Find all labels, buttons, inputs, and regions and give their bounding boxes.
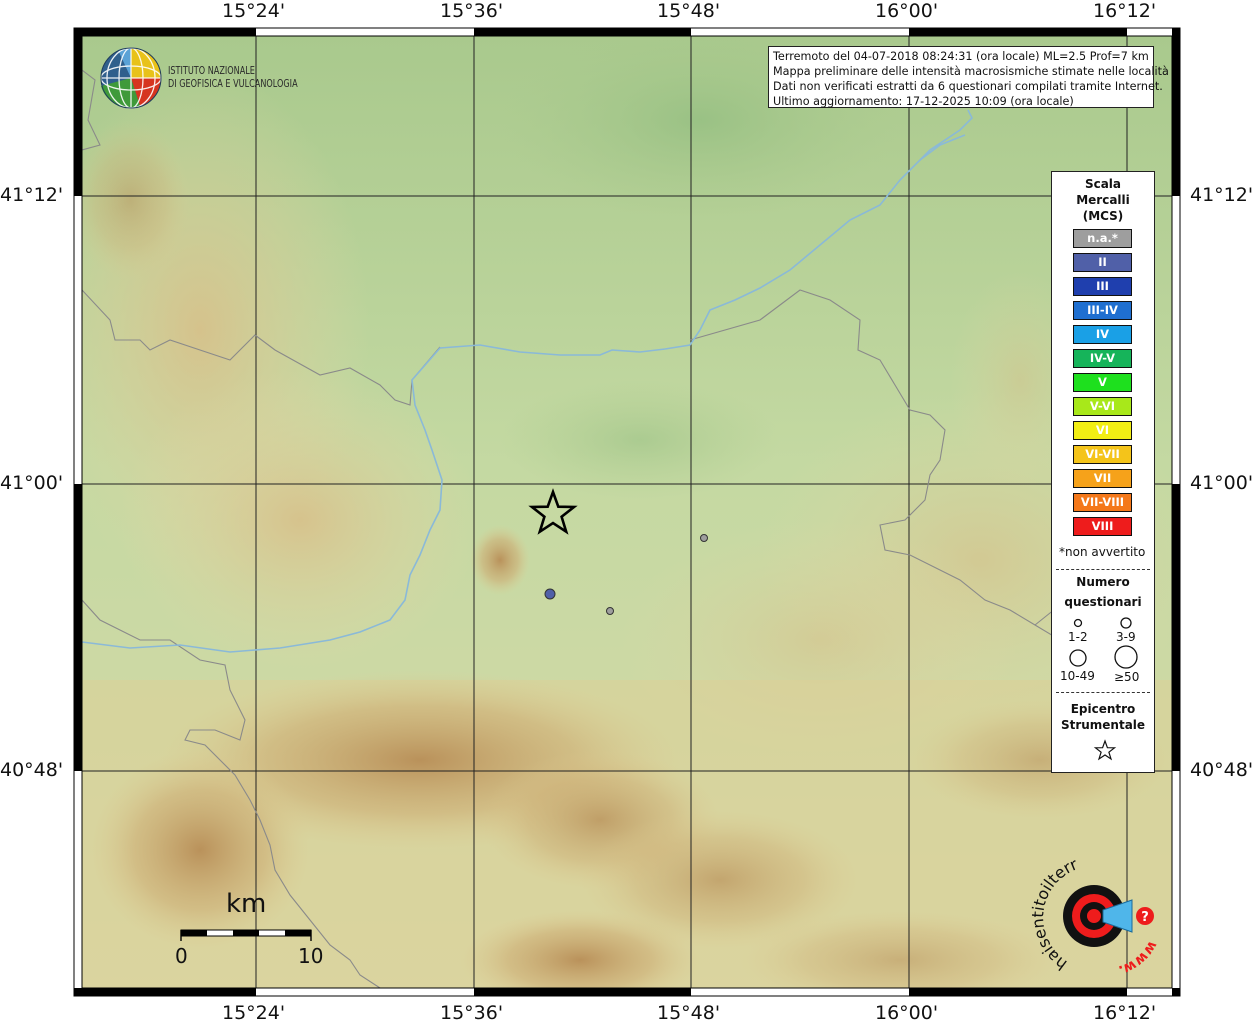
scale-min-label: 0 <box>175 944 188 968</box>
legend-star-icon <box>1093 739 1117 761</box>
lon-label-top-3: 15°48' <box>657 0 721 22</box>
legend-divider-2 <box>1056 692 1150 693</box>
intensity-swatch-iv-v: IV-V <box>1073 349 1132 368</box>
count-symbol-3-9 <box>1120 617 1132 629</box>
intensity-swatch-vii: VII <box>1073 469 1132 488</box>
legend-title-line2: Mercalli <box>1076 193 1130 207</box>
terrain-layer <box>82 36 1172 988</box>
intensity-swatch-v: V <box>1073 373 1132 392</box>
epicenter-title-line2: Strumentale <box>1060 718 1146 732</box>
event-info-line4: Ultimo aggiornamento: 17-12-2025 10:09 (… <box>773 95 1074 108</box>
count-title-line1: Numero <box>1076 575 1130 589</box>
count-label-10-49: 10-49 <box>1060 669 1095 683</box>
lon-label-top-2: 15°36' <box>440 0 504 22</box>
lon-label-bottom-2: 15°36' <box>440 1002 504 1024</box>
scale-max-label: 10 <box>298 944 324 968</box>
lat-label-left-3: 40°48' <box>0 759 64 781</box>
intensity-swatch-ii: II <box>1073 253 1132 272</box>
legend-divider-1 <box>1056 569 1150 570</box>
site-logo-symbol: ? <box>1141 910 1149 925</box>
intensity-swatch-viii: VIII <box>1073 517 1132 536</box>
count-title-line2: questionari <box>1064 595 1142 609</box>
intensity-swatch-v-vi: V-VI <box>1073 397 1132 416</box>
event-info-line3: Dati non verificati estratti da 6 questi… <box>773 80 1163 93</box>
scale-unit: km <box>226 889 267 919</box>
legend-note: *non avvertito <box>1059 545 1146 559</box>
institute-name: ISTITUTO NAZIONALE DI GEOFISICA E VULCAN… <box>168 64 298 90</box>
lon-label-bottom-1: 15°24' <box>222 1002 286 1024</box>
count-label-3-9: 3-9 <box>1116 630 1136 644</box>
event-info-line2: Mappa preliminare delle intensità macros… <box>773 65 1169 78</box>
questionnaire-point[interactable] <box>606 607 614 615</box>
intensity-swatch-vii-viii: VII-VIII <box>1073 493 1132 512</box>
lon-label-bottom-3: 15°48' <box>657 1002 721 1024</box>
lat-label-left-2: 41°00' <box>0 472 64 494</box>
intensity-swatch-iii-iv: III-IV <box>1073 301 1132 320</box>
count-symbol-1-2 <box>1073 618 1083 628</box>
legend-title-line3: (MCS) <box>1082 209 1124 223</box>
lon-label-bottom-4: 16°00' <box>875 1002 939 1024</box>
institute-name-line2: DI GEOFISICA E VULCANOLOGIA <box>168 77 298 90</box>
legend-title-line1: Scala <box>1084 177 1122 191</box>
lat-label-right-1: 41°12' <box>1190 184 1254 206</box>
lon-label-top-4: 16°00' <box>875 0 939 22</box>
legend-panel: Scala Mercalli (MCS) n.a.* II III III-IV IV I… <box>1051 171 1155 773</box>
event-info-box: Terremoto del 04-07-2018 08:24:31 (ora l… <box>768 46 1169 108</box>
count-symbol-10-49 <box>1069 649 1087 667</box>
map-view[interactable]: ? haisentitoilterremoto.it www. 15°24' 1… <box>0 0 1255 1024</box>
intensity-swatch-vi: VI <box>1073 421 1132 440</box>
count-symbol-50 <box>1114 645 1138 669</box>
ingv-logo-icon <box>100 47 162 109</box>
event-info-line1: Terremoto del 04-07-2018 08:24:31 (ora l… <box>773 50 1149 63</box>
count-label-1-2: 1-2 <box>1068 630 1088 644</box>
lon-label-top-5: 16°12' <box>1093 0 1157 22</box>
intensity-swatch-iv: IV <box>1073 325 1132 344</box>
intensity-swatch-iii: III <box>1073 277 1132 296</box>
lon-label-bottom-5: 16°12' <box>1093 1002 1157 1024</box>
epicenter-title-line1: Epicentro <box>1070 702 1136 716</box>
lat-label-right-3: 40°48' <box>1190 759 1254 781</box>
intensity-swatch-vi-vii: VI-VII <box>1073 445 1132 464</box>
lat-label-left-1: 41°12' <box>0 184 64 206</box>
intensity-swatch-n-a-: n.a.* <box>1073 229 1132 248</box>
lat-label-right-2: 41°00' <box>1190 472 1254 494</box>
questionnaire-point[interactable] <box>544 588 556 600</box>
count-label-50: ≥50 <box>1114 670 1140 684</box>
institute-name-line1: ISTITUTO NAZIONALE <box>168 64 255 77</box>
questionnaire-point[interactable] <box>700 534 708 542</box>
lon-label-top-1: 15°24' <box>222 0 286 22</box>
